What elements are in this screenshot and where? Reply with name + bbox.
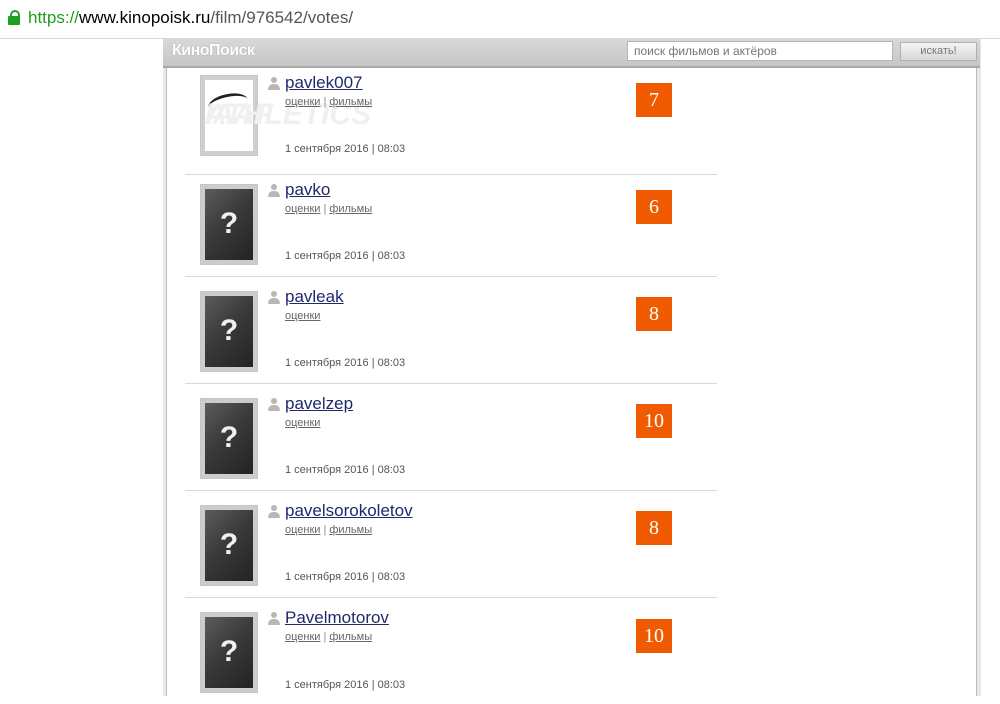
username-link[interactable]: pavelzep (285, 394, 353, 414)
placeholder-question-icon: ? (219, 421, 239, 454)
search-button[interactable]: искать! (900, 42, 977, 61)
placeholder-question-icon: ? (219, 314, 239, 347)
user-links: оценки (285, 417, 320, 429)
user-avatar[interactable]: IAAF ATHLETICS (200, 75, 371, 156)
lock-icon (8, 10, 20, 25)
address-bar[interactable]: https://www.kinopoisk.ru/film/976542/vot… (0, 0, 1000, 39)
placeholder-question-icon: ? (219, 635, 239, 668)
ratings-link[interactable]: оценки (285, 417, 320, 429)
username-link[interactable]: pavelsorokoletov (285, 501, 413, 521)
films-link[interactable]: фильмы (329, 524, 372, 536)
user-avatar[interactable]: ? (200, 505, 258, 586)
vote-date: 1 сентября 2016 | 08:03 (285, 143, 406, 155)
username-link[interactable]: Pavelmotorov (285, 608, 389, 628)
vote-score: 10 (636, 404, 672, 438)
user-links: оценки | фильмы (285, 631, 373, 643)
vote-row: ? Pavelmotorov оценки | фильмы 1 сентября … (185, 597, 717, 704)
vote-date: 1 сентября 2016 | 08:03 (285, 250, 406, 262)
search-input[interactable] (627, 41, 893, 61)
url-text[interactable]: https://www.kinopoisk.ru/film/976542/vot… (28, 8, 353, 28)
films-link[interactable]: фильмы (329, 96, 372, 108)
vote-score: 7 (636, 83, 672, 117)
vote-date: 1 сентября 2016 | 08:03 (285, 571, 406, 583)
user-icon (268, 505, 280, 519)
placeholder-question-icon: ? (219, 528, 239, 561)
site-header: КиноПоиск искать! (163, 38, 980, 68)
vote-row: ? pavelzep оценки 1 сентября 2016 | 08:0… (185, 383, 717, 491)
ratings-link[interactable]: оценки (285, 631, 320, 643)
vote-date: 1 сентября 2016 | 08:03 (285, 464, 406, 476)
vote-row: ? pavleak оценки 1 сентября 2016 | 08:03… (185, 276, 717, 384)
vote-date: 1 сентября 2016 | 08:03 (285, 357, 406, 369)
username-link[interactable]: pavlek007 (285, 73, 363, 93)
user-avatar[interactable]: ? (200, 184, 258, 265)
username-link[interactable]: pavko (285, 180, 330, 200)
page-frame-left (163, 38, 167, 696)
vote-row: ? pavko оценки | фильмы 1 сентября 2016 | … (185, 169, 717, 277)
user-avatar[interactable]: ? (200, 398, 258, 479)
user-links: оценки (285, 310, 320, 322)
films-link[interactable]: фильмы (329, 631, 372, 643)
ratings-link[interactable]: оценки (285, 203, 320, 215)
user-links: оценки | фильмы (285, 203, 373, 215)
user-icon (268, 77, 280, 91)
vote-score: 6 (636, 190, 672, 224)
vote-score: 8 (636, 511, 672, 545)
username-link[interactable]: pavleak (285, 287, 344, 307)
user-icon (268, 291, 280, 305)
user-links: оценки | фильмы (285, 96, 373, 108)
ratings-link[interactable]: оценки (285, 96, 320, 108)
vote-score: 8 (636, 297, 672, 331)
ratings-link[interactable]: оценки (285, 310, 320, 322)
films-link[interactable]: фильмы (329, 203, 372, 215)
user-icon (268, 398, 280, 412)
placeholder-question-icon: ? (219, 207, 239, 240)
user-links: оценки | фильмы (285, 524, 373, 536)
user-icon (268, 184, 280, 198)
site-logo[interactable]: КиноПоиск (172, 42, 255, 60)
vote-score: 10 (636, 619, 672, 653)
page-frame-right (976, 38, 981, 696)
vote-row: ? pavelsorokoletov оценки | фильмы 1 сентя… (185, 490, 717, 598)
user-avatar[interactable]: ? (200, 612, 258, 693)
vote-row: IAAF ATHLETICS pavlek007 оценки | фильмы 1 … (185, 67, 717, 175)
user-avatar[interactable]: ? (200, 291, 258, 372)
ratings-link[interactable]: оценки (285, 524, 320, 536)
vote-date: 1 сентября 2016 | 08:03 (285, 679, 406, 691)
user-icon (268, 612, 280, 626)
